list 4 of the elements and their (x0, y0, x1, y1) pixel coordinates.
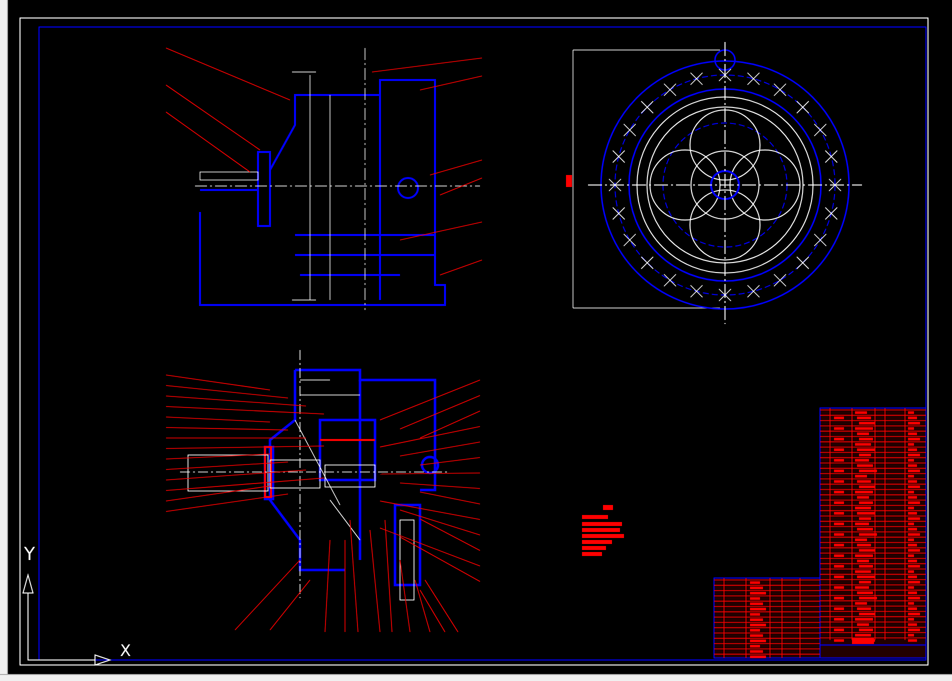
y-axis-label: Y (24, 544, 35, 565)
x-axis-label: X (120, 641, 131, 660)
technical-notes-drawing (582, 505, 624, 556)
ucs-icon (22, 573, 112, 666)
